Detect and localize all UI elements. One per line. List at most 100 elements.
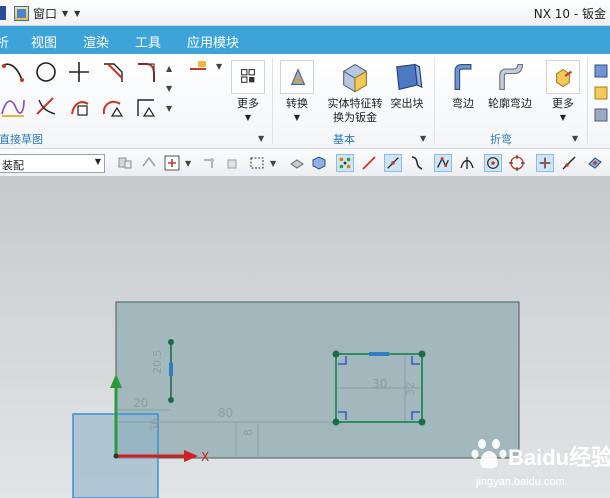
sketch-plane[interactable] [115,301,520,459]
sketch-gallery-expand-icon[interactable]: ▼ [166,104,172,113]
baidu-brand-text: Baidu经验 [508,445,610,470]
sketch-more-label: 更多 [237,97,259,110]
quick-trim-icon[interactable] [33,94,59,118]
sketch-dimension-caret-icon[interactable]: ▼ [216,62,222,71]
group-separator [587,58,588,144]
contour-flange-label: 轮廓弯边 [488,97,532,110]
solid-body-icon[interactable] [310,154,328,172]
snap-line-icon[interactable] [360,154,378,172]
profile-icon[interactable] [0,60,26,84]
quick-extend-icon[interactable] [66,94,92,118]
snap-point-on-face-icon[interactable] [586,154,604,172]
snap-midpoint-icon[interactable] [384,154,402,172]
more-grid-icon [231,60,265,94]
tab-tools[interactable]: 工具 [135,32,161,51]
sketch-group-menu-icon[interactable]: ▼ [258,134,264,143]
bend-group-menu-icon[interactable]: ▼ [572,134,578,143]
baidu-paw-icon [471,439,507,469]
dim-rect-height[interactable]: 32 [404,382,417,396]
make-corner-icon[interactable] [100,94,126,118]
selection-scope-dropdown[interactable]: 装配 ▼ [0,154,105,173]
tab-analysis[interactable]: 析 [0,32,9,51]
convert-label: 转换 [286,97,308,110]
window-icon[interactable] [14,5,29,21]
ribbon: ▲ ▼ ▼ ▼ 更多 ▼ 直接草图 ▼ 转换 ▼ 实体特征转 换为钣金 突出块 … [0,54,610,149]
dim-20[interactable]: 20 [133,396,148,410]
baidu-watermark: Baidu经验 jingyan.baidu.com [470,434,610,494]
selection-toolbar: 装配 ▼ ▼ ▼ [0,149,610,177]
graphics-window[interactable]: 20.5 20 80 36 30 32 8 X Baidu经验 jingyan.… [0,178,610,498]
assembly-filter-icon[interactable] [116,154,134,172]
circle-icon[interactable] [33,60,59,84]
component-filter-icon[interactable] [140,154,158,172]
snap-point-on-curve-icon[interactable] [560,154,578,172]
snap-endpoint-icon[interactable] [336,154,354,172]
chamfer-icon[interactable] [134,60,160,84]
geometric-constraint-icon[interactable] [134,94,160,118]
tab-feature-button[interactable]: 突出块 [388,60,426,111]
solid-to-sheetmetal-icon [343,63,367,93]
snap-control-point-icon[interactable] [434,154,452,172]
snap-point-caret-icon[interactable]: ▼ [185,159,191,168]
contour-flange-button[interactable]: 轮廓弯边 [485,60,535,111]
sketch-more-caret-icon: ▼ [244,113,252,122]
bend-group-label: 折弯 [490,133,512,146]
customize-toolbar-icon[interactable]: ▼ [74,9,80,18]
form-feature-icon[interactable] [593,84,609,102]
flange-button[interactable]: 弯边 [446,60,480,111]
quick-access-toolbar: 窗口 ▼ ▼ [0,3,83,23]
basic-group-menu-icon[interactable]: ▼ [420,134,426,143]
x-axis-label: X [201,450,209,464]
snap-intersection-icon[interactable] [458,154,476,172]
snap-curve-icon[interactable] [408,154,426,172]
sketch-more-button[interactable]: 更多 ▼ [228,60,268,125]
convert-caret-icon: ▼ [293,113,301,122]
tab-view[interactable]: 视图 [31,32,57,51]
snap-quadrant-icon[interactable] [508,154,526,172]
tab-feature-icon [396,63,423,91]
sketch-point[interactable] [168,339,174,345]
origin-point[interactable] [113,453,119,459]
solid-to-sheetmetal-label-1: 实体特征转 [327,97,383,110]
bend-more-label: 更多 [552,97,574,110]
convert-button[interactable]: 转换 ▼ [279,60,315,125]
rectangle-select-icon[interactable] [248,154,266,172]
bend-more-button[interactable]: 更多 ▼ [543,60,583,125]
rectangle-select-caret-icon[interactable]: ▼ [270,159,276,168]
snap-existing-point-icon[interactable] [536,154,554,172]
unfold-feature-icon[interactable] [593,106,609,124]
sketch-scroll-down-icon[interactable]: ▼ [166,84,172,93]
basic-group-label: 基本 [333,133,355,146]
tab-render[interactable]: 渲染 [83,32,109,51]
feature-filter-icon[interactable] [200,154,218,172]
body-filter-icon[interactable] [224,154,242,172]
face-filter-icon[interactable] [288,154,306,172]
tab-application[interactable]: 应用模块 [187,32,239,51]
flange-icon [454,63,472,91]
bend-more-caret-icon: ▼ [559,113,567,122]
sketch-group-label: 直接草图 [0,133,43,146]
dim-vertical-line-length[interactable]: 20.5 [151,350,164,375]
chevron-down-icon: ▼ [94,157,101,166]
point-cross-icon[interactable] [66,60,92,84]
group-separator [434,58,435,144]
solid-to-sheetmetal-button[interactable]: 实体特征转 换为钣金 [326,60,384,125]
app-logo-icon [0,6,6,20]
fillet-corner-icon[interactable] [100,60,126,84]
window-menu[interactable]: 窗口 [33,5,57,22]
contour-flange-icon [499,63,524,91]
dim-80[interactable]: 80 [218,406,233,420]
solid-to-sheetmetal-label-2: 换为钣金 [333,111,377,124]
sketch-scroll-up-icon[interactable]: ▲ [166,64,172,73]
sketch-point[interactable] [168,397,174,403]
corner-feature-icon[interactable] [593,62,609,80]
studio-spline-icon[interactable] [0,94,26,118]
dim-rect-width[interactable]: 30 [372,377,387,391]
snap-center-icon[interactable] [484,154,502,172]
dim-small-vertical[interactable]: 8 [242,429,255,436]
ribbon-tab-bar: 析 视图 渲染 工具 应用模块 [0,26,610,54]
sketch-dimension-icon[interactable] [188,59,214,75]
window-menu-caret-icon[interactable]: ▼ [62,9,68,18]
dim-36[interactable]: 36 [148,418,161,432]
snap-point-icon[interactable] [163,154,181,172]
